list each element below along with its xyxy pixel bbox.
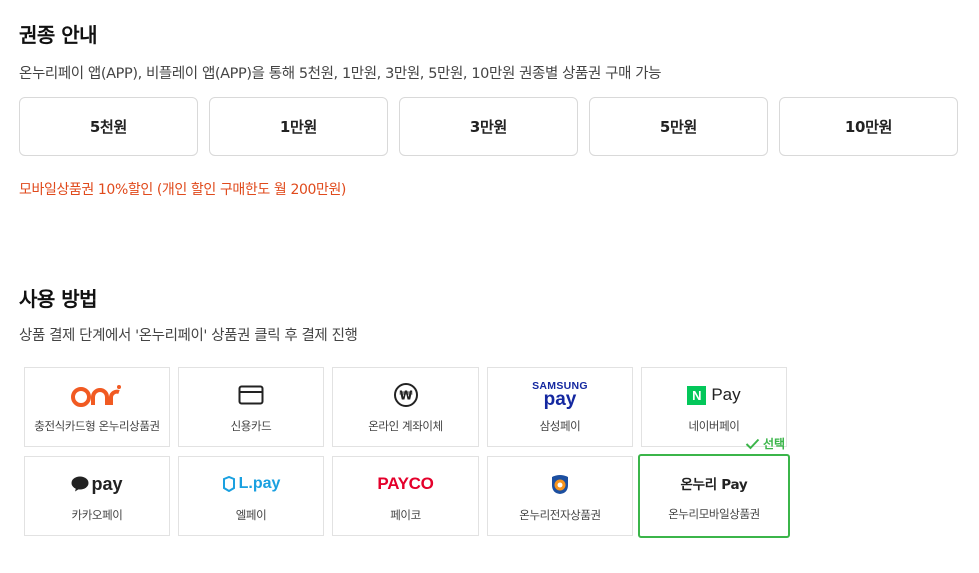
denom-option-50k[interactable]: 5만원 [589, 97, 768, 156]
discount-notice: 모바일상품권 10%할인 (개인 할인 구매한도 월 200만원) [19, 182, 346, 198]
kakao-pay-icon: pay [71, 474, 123, 495]
denomination-description: 온누리페이 앱(APP), 비플레이 앱(APP)을 통해 5천원, 1만원, … [19, 66, 662, 82]
method-bank-transfer[interactable]: ₩ 온라인 계좌이체 [332, 367, 479, 447]
method-credit-card[interactable]: 신용카드 [178, 367, 324, 447]
onnuri-pay-icon: 온누리 Pay [680, 477, 748, 493]
method-lpay[interactable]: L.pay 엘페이 [178, 456, 324, 536]
checkmark-icon [745, 438, 760, 449]
svg-text:₩: ₩ [399, 389, 413, 403]
selected-indicator: 선택 [745, 435, 785, 452]
usage-description: 상품 결제 단계에서 '온누리페이' 상품권 클릭 후 결제 진행 [19, 328, 358, 344]
method-onnuri-mobile[interactable]: 온누리 Pay 온누리모바일상품권 [638, 454, 790, 538]
payment-methods-grid: 충전식카드형 온누리상품권 신용카드 ₩ 온라인 계좌이체 SAMSUNG pa… [24, 367, 790, 538]
denomination-options: 5천원 1만원 3만원 5만원 10만원 [19, 97, 958, 156]
denom-option-100k[interactable]: 10만원 [779, 97, 958, 156]
method-onnuri-e-voucher[interactable]: 온누리전자상품권 [487, 456, 633, 536]
denom-option-30k[interactable]: 3만원 [399, 97, 578, 156]
onnuri-e-voucher-icon [552, 475, 568, 494]
denomination-title: 권종 안내 [19, 23, 98, 47]
samsung-pay-icon: SAMSUNG pay [532, 380, 588, 410]
method-label: 온라인 계좌이체 [368, 419, 443, 433]
method-label: 엘페이 [235, 508, 267, 522]
usage-title: 사용 방법 [19, 287, 98, 311]
method-label: 페이코 [390, 508, 421, 522]
denom-option-5k[interactable]: 5천원 [19, 97, 198, 156]
lpay-icon: L.pay [222, 475, 280, 493]
naver-pay-icon: N Pay [687, 385, 741, 405]
denom-option-10k[interactable]: 1만원 [209, 97, 388, 156]
method-label: 카카오페이 [71, 508, 123, 522]
selected-label: 선택 [763, 437, 786, 451]
method-label: 온누리전자상품권 [519, 508, 601, 522]
method-onnuri-card[interactable]: 충전식카드형 온누리상품권 [24, 367, 170, 447]
payco-icon: PAYCO [377, 474, 434, 493]
method-payco[interactable]: PAYCO 페이코 [332, 456, 479, 536]
method-label: 네이버페이 [688, 419, 740, 433]
method-label: 온누리모바일상품권 [668, 507, 760, 521]
method-kakao-pay[interactable]: pay 카카오페이 [24, 456, 170, 536]
won-coin-icon: ₩ [393, 383, 418, 407]
method-label: 삼성페이 [539, 419, 581, 433]
method-label: 신용카드 [230, 419, 272, 433]
method-label: 충전식카드형 온누리상품권 [34, 419, 160, 433]
credit-card-icon [238, 385, 264, 405]
onnuri-card-icon [71, 385, 121, 407]
method-samsung-pay[interactable]: SAMSUNG pay 삼성페이 [487, 367, 633, 447]
